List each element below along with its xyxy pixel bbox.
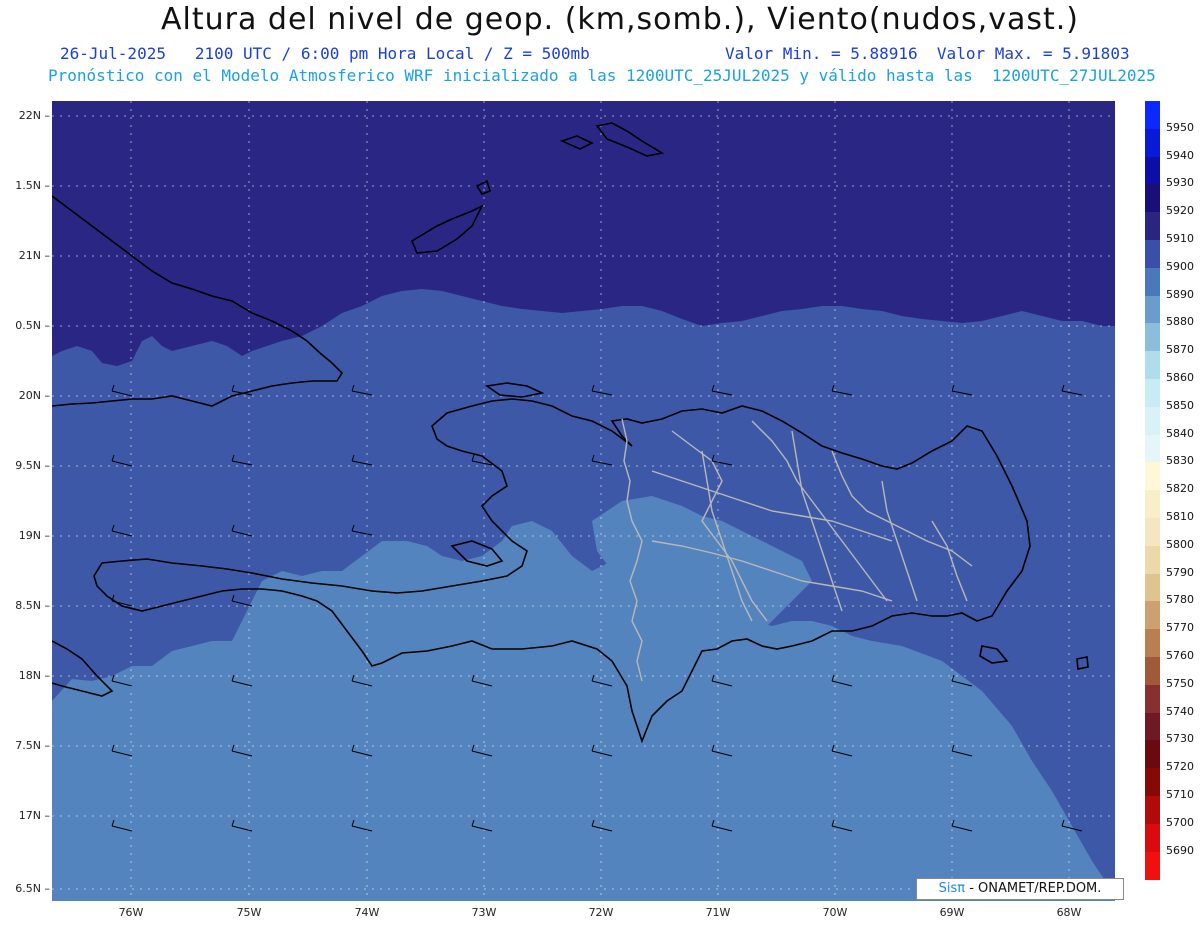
color-bar-label: 5830 xyxy=(1166,454,1194,468)
lon-label: 74W xyxy=(354,906,380,919)
color-bar-label: 5700 xyxy=(1166,815,1194,829)
color-bar-swatch xyxy=(1145,240,1160,269)
color-bar-swatch xyxy=(1145,573,1160,602)
geopotential-map xyxy=(52,101,1115,901)
color-bar-swatch xyxy=(1145,156,1160,185)
color-bar-label: 5720 xyxy=(1166,760,1194,774)
lat-label: 6.5N – xyxy=(15,882,50,895)
lat-label: 19N – xyxy=(18,529,50,542)
lon-label: 76W xyxy=(118,906,144,919)
color-bar-swatch xyxy=(1145,406,1160,436)
color-bar-swatch xyxy=(1145,462,1160,491)
color-bar-label: 5750 xyxy=(1166,676,1194,690)
color-bar-label: 5870 xyxy=(1166,343,1194,357)
color-bar-label: 5880 xyxy=(1166,315,1194,329)
color-bar-label: 5900 xyxy=(1166,259,1194,273)
color-bar-swatch xyxy=(1145,184,1160,213)
color-bar-swatch xyxy=(1145,740,1160,769)
color-bar-swatch xyxy=(1145,601,1160,630)
color-bar-label: 5850 xyxy=(1166,398,1194,412)
color-bar-label: 5710 xyxy=(1166,788,1194,801)
map-title: Altura del nivel de geop. (km,somb.), Vi… xyxy=(161,2,1079,37)
lat-label: 22N – xyxy=(18,109,50,122)
color-bar-label: 5940 xyxy=(1166,148,1194,162)
lon-label: 70W xyxy=(822,906,848,919)
color-bar-swatch xyxy=(1145,212,1160,241)
lat-label: 18N – xyxy=(18,669,50,682)
credit-org: - ONAMET/REP.DOM. xyxy=(965,881,1102,896)
color-bar-label: 5730 xyxy=(1166,732,1194,746)
min-max-values: Valor Min. = 5.88916 Valor Max. = 5.9180… xyxy=(725,44,1130,63)
color-bar-swatch xyxy=(1145,267,1160,297)
lat-label: 17N – xyxy=(18,809,50,822)
lat-label: 1.5N – xyxy=(15,179,50,192)
color-bar-label: 5930 xyxy=(1166,176,1194,190)
color-bar-label: 5740 xyxy=(1166,704,1194,718)
lon-label: 72W xyxy=(588,906,614,919)
color-bar-swatch xyxy=(1145,629,1160,658)
lat-label: 7.5N – xyxy=(15,739,50,752)
color-bar-swatch xyxy=(1145,768,1160,797)
color-bar-swatch xyxy=(1145,351,1160,380)
credit-box: Sisπ - ONAMET/REP.DOM. xyxy=(916,878,1124,900)
color-bar-label: 5690 xyxy=(1166,843,1194,857)
lon-label: 68W xyxy=(1056,906,1082,919)
lat-label: 21N – xyxy=(18,249,50,262)
color-bar-label: 5760 xyxy=(1166,649,1194,662)
color-bar-label: 5950 xyxy=(1166,120,1194,134)
color-bar-swatch xyxy=(1145,657,1160,686)
lon-label: 75W xyxy=(236,906,262,919)
color-bar-swatch xyxy=(1145,323,1160,352)
color-bar-swatch xyxy=(1145,379,1160,408)
color-bar-swatch xyxy=(1145,684,1160,714)
model-run-info: Pronóstico con el Modelo Atmosferico WRF… xyxy=(48,66,1156,85)
lat-label: 0.5N – xyxy=(15,319,50,332)
color-bar-label: 5810 xyxy=(1166,510,1194,523)
color-bar-label: 5770 xyxy=(1166,621,1194,635)
color-bar-label: 5890 xyxy=(1166,287,1194,301)
lat-label: 9.5N – xyxy=(15,459,50,472)
color-bar-label: 5820 xyxy=(1166,482,1194,496)
color-bar-swatch xyxy=(1145,796,1160,825)
lon-label: 71W xyxy=(705,906,731,919)
color-bar-swatch xyxy=(1145,434,1160,463)
color-bar-label: 5860 xyxy=(1166,371,1194,384)
color-bar-swatch xyxy=(1145,295,1160,324)
color-bar-swatch xyxy=(1145,851,1160,880)
lon-label: 73W xyxy=(471,906,497,919)
lat-label: 8.5N – xyxy=(15,599,50,612)
color-bar-swatch xyxy=(1145,101,1160,130)
color-bar-label: 5790 xyxy=(1166,565,1194,579)
lon-label: 69W xyxy=(939,906,965,919)
color-bar-label: 5780 xyxy=(1166,593,1194,607)
color-bar-label: 5840 xyxy=(1166,426,1194,440)
color-bar-label: 5800 xyxy=(1166,537,1194,551)
color-bar-swatch xyxy=(1145,128,1160,158)
color-bar-swatch xyxy=(1145,712,1160,741)
credit-brand: Sisπ xyxy=(938,881,966,896)
color-bar-swatch xyxy=(1145,823,1160,853)
color-bar-label: 5920 xyxy=(1166,204,1194,218)
color-bar-label: 5910 xyxy=(1166,232,1194,245)
valid-time: 26-Jul-2025 2100 UTC / 6:00 pm Hora Loca… xyxy=(60,44,590,63)
color-bar-swatch xyxy=(1145,518,1160,547)
lat-label: 20N – xyxy=(18,389,50,402)
color-bar-swatch xyxy=(1145,545,1160,575)
color-bar-swatch xyxy=(1145,490,1160,519)
